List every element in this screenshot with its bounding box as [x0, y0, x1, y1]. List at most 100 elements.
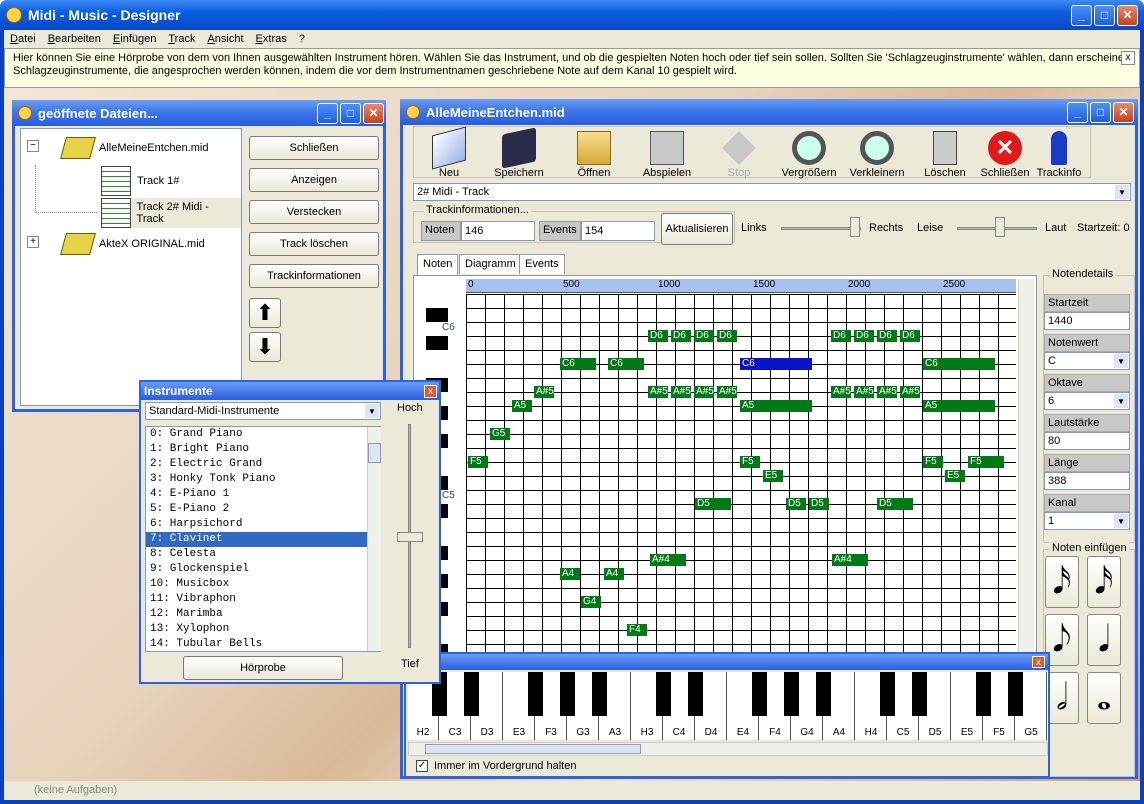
minimize-button[interactable]: _: [1071, 5, 1092, 26]
piano-black-key[interactable]: [976, 672, 991, 716]
instruments-close-button[interactable]: x: [424, 385, 437, 398]
instrument-item[interactable]: 4: E-Piano 1: [146, 487, 380, 502]
menu-item-0[interactable]: Datei: [4, 33, 42, 45]
tree-file-allemeineentchen[interactable]: AlleMeineEntchen.mid: [60, 137, 208, 159]
midi-note[interactable]: A#5: [900, 386, 920, 398]
open-button[interactable]: Öffnen: [559, 131, 629, 179]
instrument-item[interactable]: 0: Grand Piano: [146, 427, 380, 442]
piano-black-key[interactable]: [1008, 672, 1023, 716]
play-button[interactable]: Abspielen: [632, 131, 702, 179]
instrument-item[interactable]: 12: Marimba: [146, 607, 380, 622]
maximize-button[interactable]: □: [1094, 5, 1115, 26]
piano-black-key[interactable]: [464, 672, 479, 716]
instrument-item[interactable]: 6: Harpsichord: [146, 517, 380, 532]
midi-note[interactable]: D5: [695, 498, 731, 510]
piano-black-key[interactable]: [560, 672, 575, 716]
pitch-slider-handle[interactable]: [397, 532, 423, 542]
tree-track-1[interactable]: Track 1#: [101, 166, 179, 196]
note-insert-button[interactable]: 𝅘𝅥𝅯: [1087, 556, 1121, 608]
tree-track-2[interactable]: Track 2# Midi - Track: [101, 198, 241, 228]
midi-note[interactable]: D5: [786, 498, 806, 510]
midi-note[interactable]: A#5: [534, 386, 554, 398]
volume-slider-handle[interactable]: [995, 217, 1005, 237]
instrument-item[interactable]: 2: Electric Grand: [146, 457, 380, 472]
update-button[interactable]: Aktualisieren: [661, 213, 733, 245]
collapse-toggle[interactable]: −: [27, 140, 39, 152]
menu-item-2[interactable]: Einfügen: [107, 33, 162, 45]
menu-item-3[interactable]: Track: [162, 33, 201, 45]
midi-note[interactable]: D6: [671, 330, 691, 342]
piano-black-key[interactable]: [752, 672, 767, 716]
menu-item-5[interactable]: Extras: [250, 33, 293, 45]
instrument-item[interactable]: 7: Clavinet: [146, 532, 380, 547]
stop-button[interactable]: Stop: [704, 131, 774, 179]
piano-black-key[interactable]: [880, 672, 895, 716]
piano-black-key[interactable]: [912, 672, 927, 716]
trackinfo-tool-button[interactable]: Trackinfo: [1024, 131, 1094, 179]
midi-note[interactable]: D6: [831, 330, 851, 342]
instrument-item[interactable]: 11: Vibraphon: [146, 592, 380, 607]
instrument-category-select[interactable]: Standard-Midi-Instrumente: [145, 402, 381, 420]
midi-note[interactable]: A#5: [648, 386, 668, 398]
files-close-button[interactable]: ✕: [363, 103, 384, 124]
noten-field[interactable]: 146: [461, 221, 535, 241]
tab-noten[interactable]: Noten: [417, 254, 459, 276]
midi-note[interactable]: F5: [923, 456, 943, 468]
piano-black-key[interactable]: [592, 672, 607, 716]
instrument-item[interactable]: 9: Glockenspiel: [146, 562, 380, 577]
instrument-item[interactable]: 3: Honky Tonk Piano: [146, 472, 380, 487]
midi-note[interactable]: A5: [923, 400, 995, 412]
expand-toggle[interactable]: +: [27, 236, 39, 248]
midi-note[interactable]: A#5: [671, 386, 691, 398]
instrument-item[interactable]: 5: E-Piano 2: [146, 502, 380, 517]
midi-note[interactable]: D5: [877, 498, 913, 510]
instrument-list-scrollbar[interactable]: [367, 427, 381, 651]
note-insert-button[interactable]: 𝅘𝅥𝅮: [1045, 614, 1079, 666]
midi-note[interactable]: C6: [560, 358, 596, 370]
track-select[interactable]: 2# Midi - Track: [413, 183, 1131, 201]
note-insert-button[interactable]: 𝅘𝅥: [1087, 614, 1121, 666]
save-button[interactable]: Speichern: [484, 127, 554, 179]
preview-button[interactable]: Hörprobe: [183, 656, 343, 680]
instrument-item[interactable]: 14: Tubular Bells: [146, 637, 380, 651]
midi-note[interactable]: E5: [763, 470, 783, 482]
zoom-out-button[interactable]: Verkleinern: [842, 131, 912, 179]
instrument-item[interactable]: 13: Xylophon: [146, 622, 380, 637]
tab-events[interactable]: Events: [519, 254, 565, 274]
midi-note[interactable]: A#5: [877, 386, 897, 398]
startzeit-field[interactable]: 1440: [1044, 312, 1130, 330]
midi-note[interactable]: A4: [604, 568, 624, 580]
notenwert-select[interactable]: C: [1044, 352, 1130, 370]
piano-black-key[interactable]: [816, 672, 831, 716]
move-up-button[interactable]: ⬆: [249, 298, 281, 328]
midi-note[interactable]: A5: [740, 400, 812, 412]
horizontal-scrollbar[interactable]: [408, 742, 1048, 756]
midi-note[interactable]: A#4: [650, 554, 686, 566]
menu-item-4[interactable]: Ansicht: [201, 33, 249, 45]
midi-note[interactable]: A5: [512, 400, 532, 412]
midi-note[interactable]: C6: [740, 358, 812, 370]
info-close-button[interactable]: x: [1121, 51, 1135, 65]
track-minimize-button[interactable]: _: [1067, 102, 1088, 123]
trackinfo-button[interactable]: Trackinformationen: [249, 264, 379, 288]
midi-note[interactable]: A#5: [854, 386, 874, 398]
move-down-button[interactable]: ⬇: [249, 332, 281, 362]
laenge-field[interactable]: 388: [1044, 472, 1130, 490]
zoom-in-button[interactable]: Vergrößern: [774, 131, 844, 179]
tree-file-aktex[interactable]: AkteX ORIGINAL.mid: [60, 233, 205, 255]
hide-button[interactable]: Verstecken: [249, 200, 379, 224]
piano-black-key[interactable]: [528, 672, 543, 716]
instrument-item[interactable]: 10: Musicbox: [146, 577, 380, 592]
new-button[interactable]: Neu: [414, 126, 484, 179]
note-insert-button[interactable]: 𝅝: [1087, 672, 1121, 724]
instrument-item[interactable]: 1: Bright Piano: [146, 442, 380, 457]
midi-note[interactable]: F5: [968, 456, 1004, 468]
piano-black-key[interactable]: [688, 672, 703, 716]
piano-black-key[interactable]: [656, 672, 671, 716]
midi-note[interactable]: A#5: [694, 386, 714, 398]
instrument-item[interactable]: 8: Celesta: [146, 547, 380, 562]
tab-diagramm[interactable]: Diagramm: [459, 254, 522, 274]
midi-note[interactable]: A#5: [717, 386, 737, 398]
show-button[interactable]: Anzeigen: [249, 168, 379, 192]
midi-note[interactable]: C6: [608, 358, 644, 370]
